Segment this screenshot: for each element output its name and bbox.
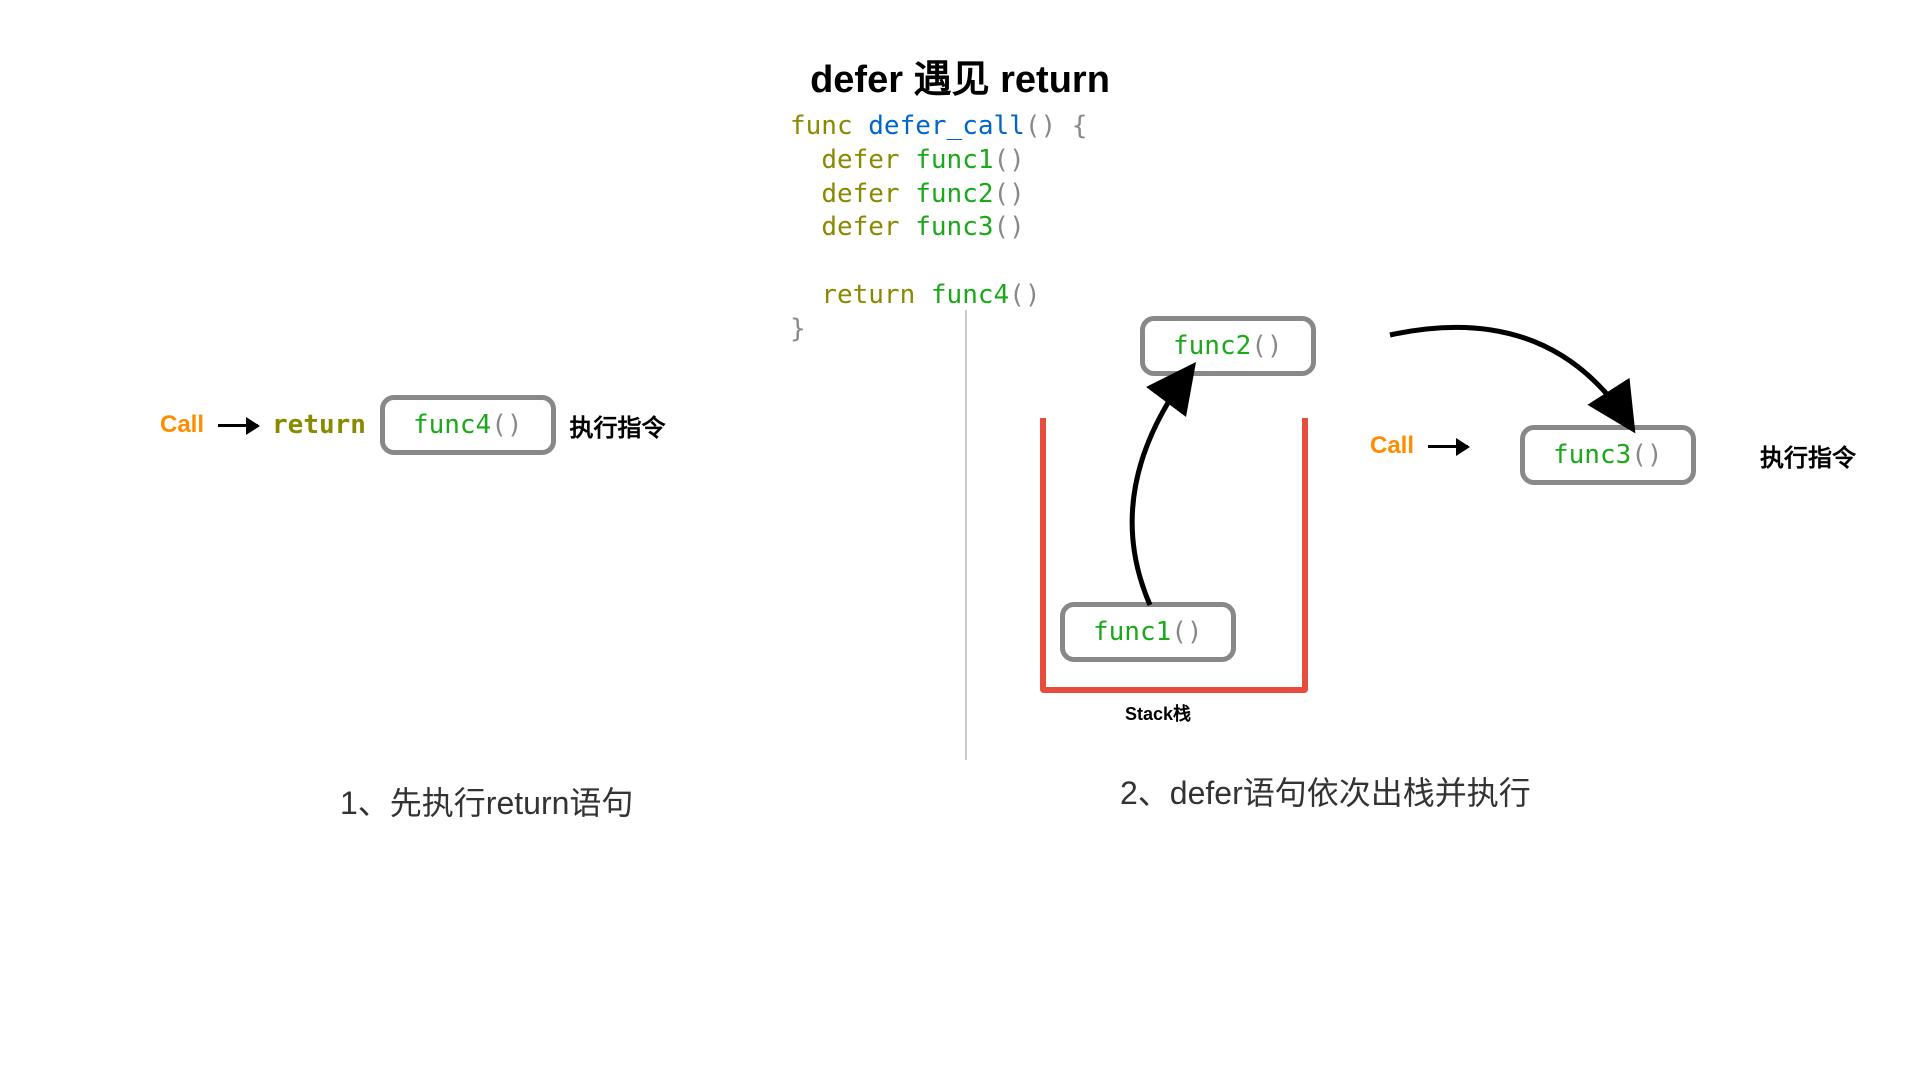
code-f1: func1 xyxy=(915,145,993,175)
code-f2: func2 xyxy=(915,179,993,209)
code-func-kw: func xyxy=(790,111,853,141)
arrow-icon xyxy=(1428,445,1468,448)
caption-right: 2、defer语句依次出栈并执行 xyxy=(1120,768,1531,814)
func1-box: func1() xyxy=(1060,602,1236,662)
exec-label-right: 执行指令 xyxy=(1760,438,1856,473)
right-call-group: Call xyxy=(1370,432,1468,460)
func2-box: func2() xyxy=(1140,316,1316,376)
vertical-divider xyxy=(965,310,967,760)
code-defer1: defer xyxy=(821,145,899,175)
left-flow: Call return func4() 执行指令 xyxy=(160,395,666,455)
caption-left: 1、先执行return语句 xyxy=(340,778,633,824)
call-label-left: Call xyxy=(160,411,204,439)
code-open: () { xyxy=(1025,111,1088,141)
code-f3: func3 xyxy=(915,212,993,242)
code-return: return xyxy=(821,280,915,310)
call-label-right: Call xyxy=(1370,432,1414,460)
code-block: func defer_call() { defer func1() defer … xyxy=(790,110,1087,347)
return-label: return xyxy=(272,410,366,440)
diagram-title: defer 遇见 return xyxy=(810,48,1110,103)
code-f4: func4 xyxy=(931,280,1009,310)
exec-label-left: 执行指令 xyxy=(570,408,666,443)
code-func-name: defer_call xyxy=(868,111,1025,141)
code-defer2: defer xyxy=(821,179,899,209)
code-defer3: defer xyxy=(821,212,899,242)
stack-label: Stack栈 xyxy=(1125,700,1191,726)
code-close: } xyxy=(790,314,806,344)
arrow-icon xyxy=(218,424,258,427)
func4-box: func4() xyxy=(380,395,556,455)
func3-box: func3() xyxy=(1520,425,1696,485)
